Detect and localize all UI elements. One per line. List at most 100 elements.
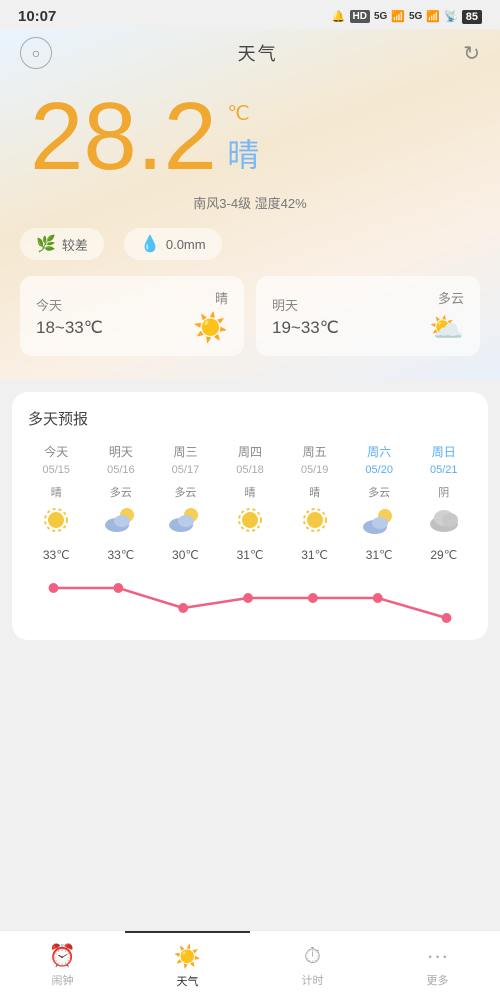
icon-col-4 xyxy=(282,506,347,542)
tomorrow-label: 明天 xyxy=(272,295,339,314)
temperature-display: 28.2 ℃ 晴 xyxy=(20,79,480,185)
maxtemp-5: 31℃ xyxy=(347,548,412,562)
days-row: 今天 明天 周三 周四 周五 周六 周日 xyxy=(24,443,476,460)
cond-6: 阴 xyxy=(411,484,476,500)
badges-row: 🌿 较差 💧 0.0mm xyxy=(20,228,480,260)
today-range: 18~33℃ xyxy=(36,318,103,338)
short-forecast-cards: 今天 18~33℃ 晴 ☀️ 明天 19~33℃ 多云 ⛅ xyxy=(20,276,480,356)
tomorrow-condition: 多云 xyxy=(438,288,464,307)
bottom-nav: ⏰ 闹钟 ☀️ 天气 ⏱ 计时 ··· 更多 xyxy=(0,930,500,1000)
max-temp-row: 33℃ 33℃ 30℃ 31℃ 31℃ 31℃ 29℃ xyxy=(24,548,476,562)
today-condition: 晴 xyxy=(215,288,228,307)
temperature-value: 28.2 xyxy=(30,89,217,185)
signal-bars-1: 📶 xyxy=(391,10,405,23)
refresh-button[interactable]: ↻ xyxy=(463,41,480,66)
status-icons: 🔔 HD 5G 📶 5G 📶 📡 85 xyxy=(332,10,482,24)
weather-condition: 晴 xyxy=(227,130,259,176)
nav-item-more[interactable]: ··· 更多 xyxy=(375,931,500,1000)
tomorrow-range: 19~33℃ xyxy=(272,318,339,338)
status-bar: 10:07 🔔 HD 5G 📶 5G 📶 📡 85 xyxy=(0,0,500,29)
maxtemp-3: 31℃ xyxy=(218,548,283,562)
date-col-5: 05/20 xyxy=(347,464,412,476)
maxtemp-4: 31℃ xyxy=(282,548,347,562)
more-nav-label: 更多 xyxy=(427,972,449,988)
alarm-icon: 🔔 xyxy=(332,10,346,23)
cond-3: 晴 xyxy=(218,484,283,500)
icon-col-5 xyxy=(347,506,412,542)
cloud-sun-icon-1 xyxy=(105,506,137,532)
weather-main: ○ 天气 ↻ 28.2 ℃ 晴 南风3-4级 湿度42% 🌿 较差 💧 0.0m… xyxy=(0,29,500,380)
air-quality-badge: 🌿 较差 xyxy=(20,228,104,260)
temperature-chart xyxy=(24,564,476,624)
nav-item-alarm[interactable]: ⏰ 闹钟 xyxy=(0,931,125,1000)
day-col-2: 周三 xyxy=(153,443,218,460)
temp-unit-weather-container: ℃ 晴 xyxy=(227,101,259,176)
nav-item-timer[interactable]: ⏱ 计时 xyxy=(250,931,375,1000)
hd-icon: HD xyxy=(350,10,370,23)
day-col-1: 明天 xyxy=(89,443,154,460)
condition-desc-row: 晴 多云 多云 晴 晴 多云 阴 xyxy=(24,484,476,500)
status-time: 10:07 xyxy=(18,8,56,25)
today-weather-icon: ☀️ xyxy=(193,311,228,344)
leaf-icon: 🌿 xyxy=(36,234,56,254)
location-icon: ○ xyxy=(32,45,40,61)
signal-5g-1: 5G xyxy=(374,11,387,22)
weather-icons-row xyxy=(24,506,476,542)
weather-nav-icon: ☀️ xyxy=(174,944,201,970)
date-col-2: 05/17 xyxy=(153,464,218,476)
today-card: 今天 18~33℃ 晴 ☀️ xyxy=(20,276,244,356)
maxtemp-1: 33℃ xyxy=(89,548,154,562)
nav-item-weather[interactable]: ☀️ 天气 xyxy=(125,931,250,1000)
multiday-forecast: 多天预报 今天 明天 周三 周四 周五 周六 周日 05/15 05/16 05… xyxy=(12,392,488,640)
today-card-left: 今天 18~33℃ xyxy=(36,295,103,338)
temp-line-chart xyxy=(24,568,476,628)
date-col-4: 05/19 xyxy=(282,464,347,476)
location-button[interactable]: ○ xyxy=(20,37,52,69)
temperature-unit: ℃ xyxy=(227,101,249,126)
wind-info: 南风3-4级 湿度42% xyxy=(20,193,480,212)
app-header: ○ 天气 ↻ xyxy=(20,29,480,79)
icon-col-6 xyxy=(411,506,476,542)
alarm-nav-icon: ⏰ xyxy=(49,943,76,969)
today-label: 今天 xyxy=(36,295,103,314)
battery-indicator: 85 xyxy=(462,10,482,24)
cond-0: 晴 xyxy=(24,484,89,500)
tomorrow-card: 明天 19~33℃ 多云 ⛅ xyxy=(256,276,480,356)
today-card-right: 晴 ☀️ xyxy=(193,288,228,344)
timer-nav-label: 计时 xyxy=(302,972,324,988)
day-col-5: 周六 xyxy=(347,443,412,460)
rainfall-value: 0.0mm xyxy=(166,237,206,252)
signal-bars-2: 📶 xyxy=(426,10,440,23)
day-col-4: 周五 xyxy=(282,443,347,460)
cond-4: 晴 xyxy=(282,484,347,500)
sun-weather-icon-0 xyxy=(42,506,70,534)
date-col-1: 05/16 xyxy=(89,464,154,476)
sun-weather-icon-3 xyxy=(236,506,264,534)
date-col-6: 05/21 xyxy=(411,464,476,476)
app-title: 天气 xyxy=(238,40,278,66)
icon-col-3 xyxy=(218,506,283,542)
maxtemp-0: 33℃ xyxy=(24,548,89,562)
maxtemp-2: 30℃ xyxy=(153,548,218,562)
icon-col-2 xyxy=(153,506,218,542)
overcast-icon-6 xyxy=(428,506,460,532)
rainfall-badge: 💧 0.0mm xyxy=(124,228,222,260)
wifi-icon: 📡 xyxy=(444,10,458,23)
rain-icon: 💧 xyxy=(140,234,160,254)
timer-nav-icon: ⏱ xyxy=(304,943,321,969)
date-col-3: 05/18 xyxy=(218,464,283,476)
tomorrow-card-left: 明天 19~33℃ xyxy=(272,295,339,338)
day-col-3: 周四 xyxy=(218,443,283,460)
icon-col-1 xyxy=(89,506,154,542)
tomorrow-card-right: 多云 ⛅ xyxy=(429,288,464,344)
day-col-0: 今天 xyxy=(24,443,89,460)
cond-5: 多云 xyxy=(347,484,412,500)
maxtemp-6: 29℃ xyxy=(411,548,476,562)
cloud-sun-icon-5 xyxy=(363,506,395,536)
multiday-title: 多天预报 xyxy=(24,408,476,429)
air-quality-label: 较差 xyxy=(62,235,88,254)
signal-5g-2: 5G xyxy=(409,11,422,22)
sun-weather-icon-4 xyxy=(301,506,329,534)
tomorrow-weather-icon: ⛅ xyxy=(429,311,464,344)
more-nav-icon: ··· xyxy=(427,943,449,969)
